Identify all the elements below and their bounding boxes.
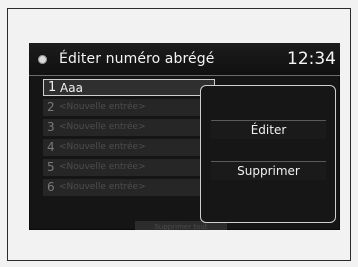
title-bar: Éditer numéro abrégé 12:34 bbox=[29, 43, 340, 76]
title-divider bbox=[29, 75, 340, 76]
list-item-number: 4 bbox=[47, 140, 55, 154]
list-item[interactable]: 3 <Nouvelle entrée> bbox=[43, 119, 215, 136]
navigation-screen: Éditer numéro abrégé 12:34 1 Aaa 2 <Nouv… bbox=[29, 43, 340, 230]
list-item-number: 1 bbox=[48, 80, 57, 95]
list-item-number: 6 bbox=[47, 180, 55, 194]
list-item-label: <Nouvelle entrée> bbox=[59, 162, 146, 172]
list-item-label: <Nouvelle entrée> bbox=[59, 142, 146, 152]
list-item-label: <Nouvelle entrée> bbox=[59, 122, 146, 132]
phone-icon bbox=[38, 55, 47, 64]
delete-button[interactable]: Supprimer bbox=[211, 161, 326, 180]
list-item[interactable]: 4 <Nouvelle entrée> bbox=[43, 139, 215, 156]
list-item-number: 5 bbox=[47, 160, 55, 174]
list-item[interactable]: 2 <Nouvelle entrée> bbox=[43, 99, 215, 116]
speed-dial-list: 1 Aaa 2 <Nouvelle entrée> 3 <Nouvelle en… bbox=[43, 79, 215, 199]
list-item-number: 2 bbox=[47, 100, 55, 114]
edit-button[interactable]: Éditer bbox=[211, 120, 326, 139]
list-item[interactable]: 5 <Nouvelle entrée> bbox=[43, 159, 215, 176]
options-popup: Éditer Supprimer bbox=[200, 85, 336, 223]
list-item[interactable]: 6 <Nouvelle entrée> bbox=[43, 179, 215, 196]
list-item-label: <Nouvelle entrée> bbox=[59, 182, 146, 192]
list-item-label: Aaa bbox=[60, 81, 83, 95]
list-item-label: <Nouvelle entrée> bbox=[59, 102, 146, 112]
screen-title: Éditer numéro abrégé bbox=[59, 51, 215, 67]
list-item-number: 3 bbox=[47, 120, 55, 134]
list-item[interactable]: 1 Aaa bbox=[43, 79, 215, 96]
clock: 12:34 bbox=[287, 49, 336, 69]
